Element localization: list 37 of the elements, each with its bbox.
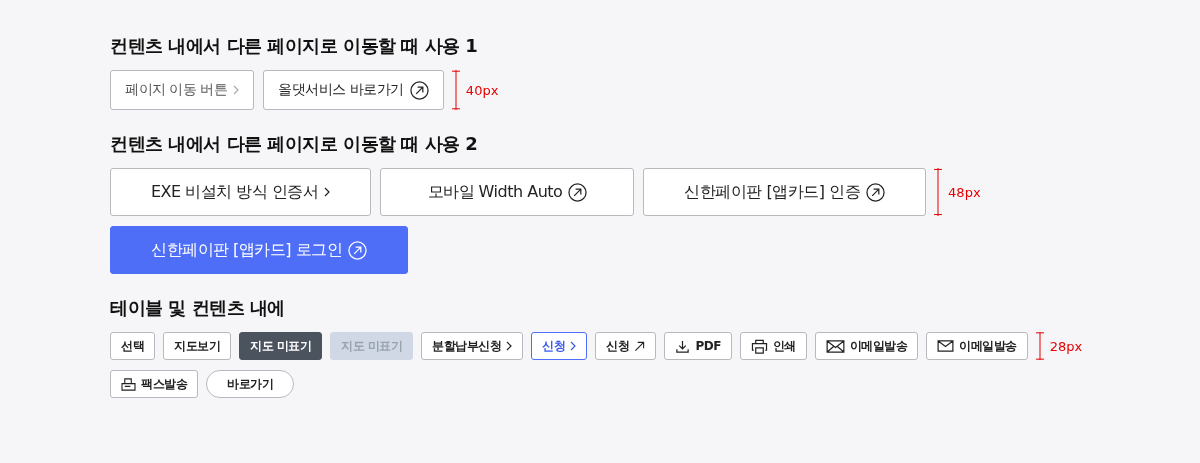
button[interactable]: 신청 — [531, 332, 588, 360]
chevron-right-icon — [570, 341, 577, 351]
button[interactable]: 지도보기 — [163, 332, 231, 360]
envelope-icon — [937, 340, 955, 352]
button[interactable]: 바로가기 — [206, 370, 294, 398]
button[interactable]: 분할납부신청 — [421, 332, 524, 360]
button[interactable]: PDF — [664, 332, 732, 360]
diagonal-arrow-icon — [634, 340, 646, 352]
button[interactable]: EXE 비설치 방식 인증서 — [110, 168, 372, 216]
section-title: 컨텐츠 내에서 다른 페이지로 이동할 때 사용 2 — [110, 132, 479, 156]
size-label: 40px — [465, 82, 499, 98]
button[interactable]: 페이지 이동 버튼 — [110, 70, 255, 110]
height-marker-icon — [934, 168, 943, 216]
button[interactable]: 인쇄 — [739, 332, 807, 360]
chevron-right-icon — [233, 85, 240, 95]
button[interactable]: 올댓서비스 바로가기 — [263, 70, 444, 110]
size-label: 28px — [1049, 338, 1083, 354]
button[interactable]: 팩스발송 — [110, 370, 198, 398]
button[interactable]: 신한페이판 [앱카드] 로그인 — [110, 226, 409, 274]
button[interactable]: 이메일발송 — [814, 332, 919, 360]
height-marker-icon — [451, 70, 460, 110]
section-title: 테이블 및 컨텐츠 내에 — [110, 296, 286, 320]
button[interactable]: 모바일 Width Auto — [380, 168, 635, 216]
envelope-icon — [825, 339, 845, 353]
size-label: 48px — [948, 184, 981, 200]
download-icon — [675, 338, 691, 354]
fax-icon — [121, 377, 136, 391]
button[interactable]: 신청 — [595, 332, 657, 360]
button[interactable]: 이메일발송 — [926, 332, 1028, 360]
button[interactable]: 지도 미표기 — [239, 332, 323, 360]
height-marker-icon — [1035, 332, 1044, 360]
section-title: 컨텐츠 내에서 다른 페이지로 이동할 때 사용 1 — [110, 34, 479, 58]
printer-icon — [750, 338, 768, 354]
button[interactable]: 신한페이판 [앱카드] 인증 — [643, 168, 927, 216]
chevron-right-icon — [506, 341, 513, 351]
button[interactable]: 선택 — [110, 332, 155, 360]
chevron-right-icon — [324, 187, 331, 197]
